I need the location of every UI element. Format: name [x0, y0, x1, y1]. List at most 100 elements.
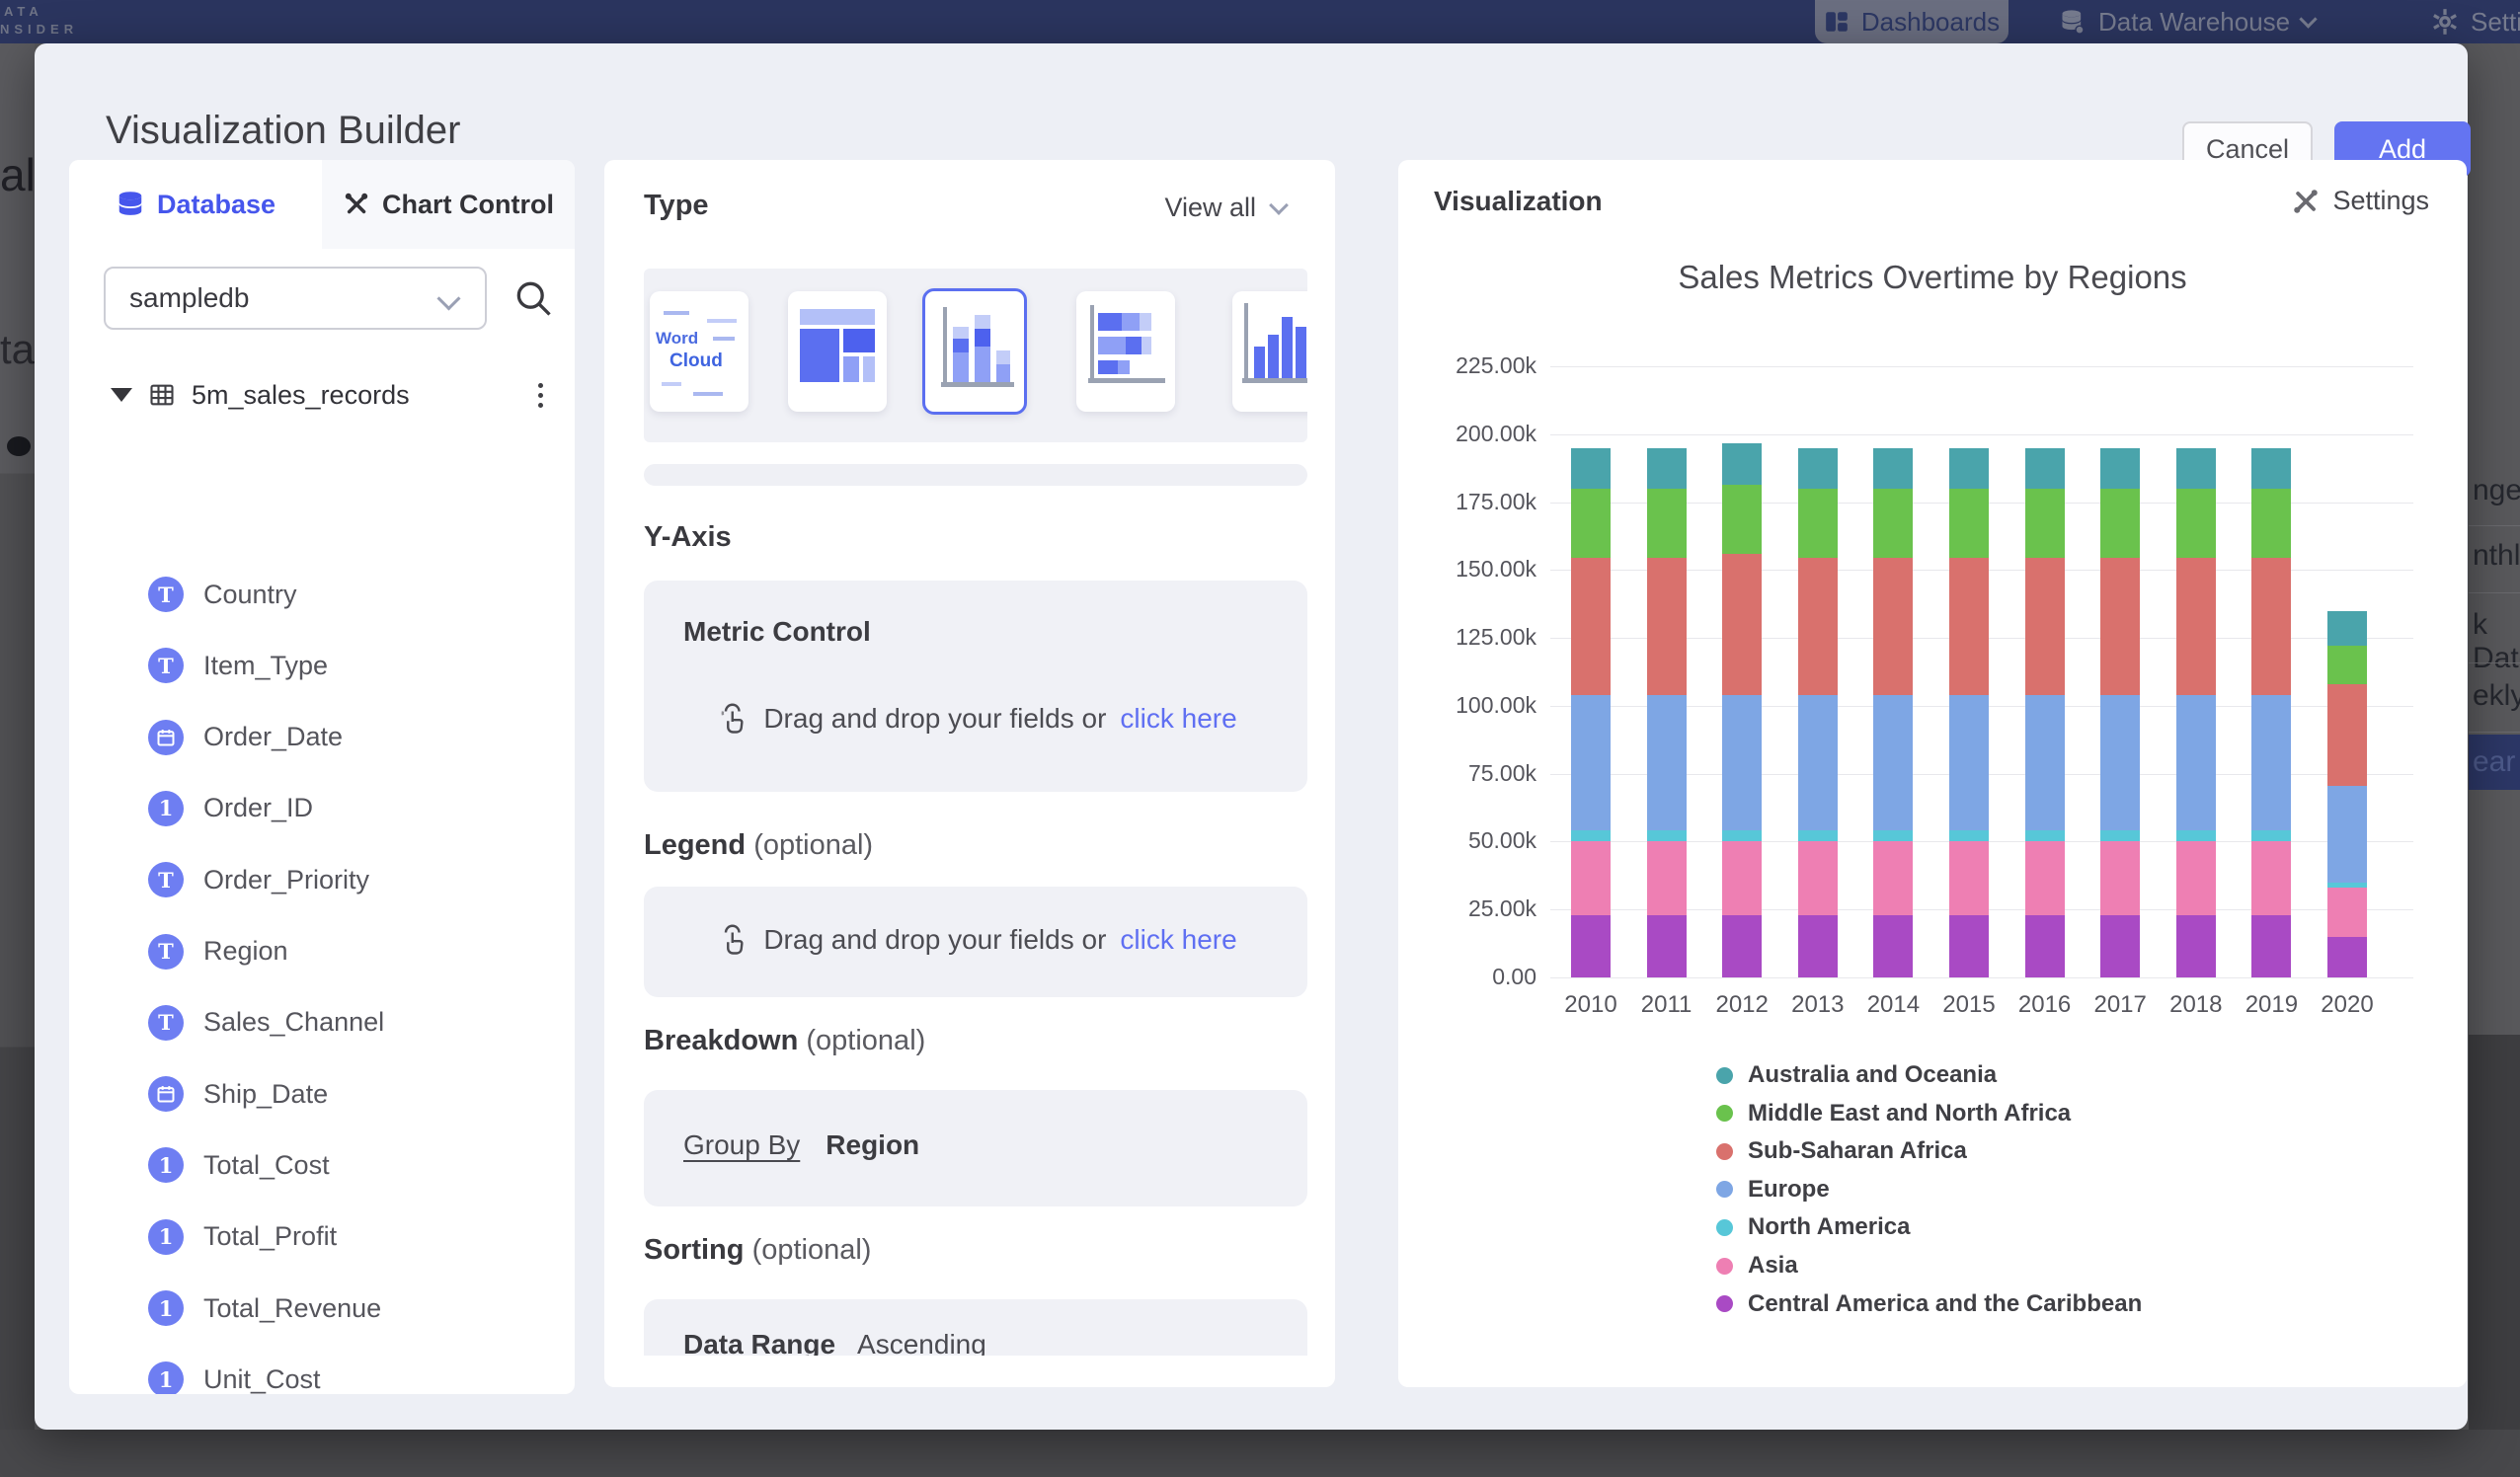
- field-item-order_date[interactable]: Order_Date: [69, 708, 575, 767]
- background-left-strip: al ta: [0, 43, 35, 1477]
- y-axis-title: Y-Axis: [644, 521, 732, 554]
- date-field-icon: [148, 1076, 184, 1112]
- builder-scroll-area[interactable]: Type View all Word Cloud: [604, 160, 1335, 1356]
- group-by-value[interactable]: Region: [826, 1129, 919, 1161]
- legend-item[interactable]: Central America and the Caribbean: [1716, 1290, 2142, 1318]
- legend-dot: [1716, 1181, 1733, 1198]
- chart-type-stacked-bar[interactable]: [1076, 291, 1175, 412]
- chart-type-strip: Word Cloud: [644, 269, 1307, 442]
- field-item-sales_channel[interactable]: T Sales_Channel: [69, 993, 575, 1052]
- sorting-row-value: Ascending: [857, 1329, 986, 1356]
- click-here-link[interactable]: click here: [1120, 703, 1236, 735]
- type-section-title: Type: [644, 190, 709, 222]
- visualization-builder-modal: Visualization Builder Cancel Add Databas…: [35, 43, 2468, 1430]
- field-item-order_priority[interactable]: T Order_Priority: [69, 850, 575, 909]
- legend-label: North America: [1748, 1213, 1910, 1241]
- number-field-icon: 1: [148, 1290, 184, 1326]
- text-field-icon: T: [148, 648, 184, 683]
- background-menu-item[interactable]: ekly: [2473, 679, 2520, 713]
- legend-item[interactable]: Asia: [1716, 1252, 1798, 1280]
- legend-item[interactable]: Sub-Saharan Africa: [1716, 1137, 1967, 1165]
- sorting-card[interactable]: Data Range Ascending: [644, 1299, 1307, 1356]
- background-menu-item[interactable]: nge: [2473, 474, 2520, 507]
- field-list: TCountryTItem_TypeOrder_Date1Order_IDTOr…: [69, 160, 575, 1394]
- sorting-row-label: Data Range: [683, 1329, 835, 1356]
- legend-dot: [1716, 1105, 1733, 1122]
- view-all-dropdown[interactable]: View all: [1019, 193, 1286, 223]
- field-item-country[interactable]: TCountry: [69, 565, 575, 624]
- chart-type-stacked-column[interactable]: [922, 288, 1027, 415]
- legend-item[interactable]: Middle East and North Africa: [1716, 1100, 2071, 1127]
- nav-settings[interactable]: Settin: [2431, 0, 2520, 43]
- dashboards-grid-icon: [1824, 9, 1850, 35]
- chart-legend: Australia and Oceania Middle East and Nor…: [1398, 160, 2467, 1387]
- legend-dot: [1716, 1258, 1733, 1275]
- field-item-total_revenue[interactable]: 1 Total_Revenue: [69, 1279, 575, 1338]
- background-bottom-strip: [0, 1430, 2520, 1477]
- nav-dashboards[interactable]: Dashboards: [1815, 0, 2008, 43]
- text-field-icon: T: [148, 862, 184, 897]
- breakdown-group-card[interactable]: Group By Region: [644, 1090, 1307, 1206]
- drop-hint-text: Drag and drop your fields or: [763, 924, 1106, 956]
- field-label: Item_Type: [203, 651, 328, 681]
- legend-item[interactable]: Europe: [1716, 1176, 1830, 1204]
- chart-type-treemap[interactable]: [788, 291, 887, 412]
- chart-type-column[interactable]: [1232, 291, 1307, 412]
- nav-data-warehouse[interactable]: Data Warehouse: [2059, 0, 2315, 43]
- text-field-icon: T: [148, 577, 184, 612]
- chart-builder-panel: Type View all Word Cloud: [604, 160, 1335, 1387]
- background-menu-item[interactable]: nthly: [2473, 539, 2520, 573]
- app-logo: ATA NSIDER: [4, 3, 78, 39]
- metric-control-dropzone[interactable]: Metric Control Drag and drop your fields…: [644, 581, 1307, 792]
- chart-type-word-cloud[interactable]: Word Cloud: [650, 291, 748, 412]
- legend-dot: [1716, 1067, 1733, 1084]
- field-label: Order_Priority: [203, 865, 369, 895]
- field-label: Total_Cost: [203, 1150, 330, 1181]
- field-item-region[interactable]: T Region: [69, 922, 575, 981]
- background-right-menu: nge nthly k Date ekly ear: [2469, 43, 2520, 1035]
- background-menu-item[interactable]: ear: [2473, 745, 2515, 779]
- field-item-unit_cost[interactable]: 1Unit_Cost: [69, 1350, 575, 1394]
- text-field-icon: T: [148, 1005, 184, 1041]
- field-item-total_cost[interactable]: 1 Total_Cost: [69, 1135, 575, 1195]
- gear-icon: [2431, 8, 2459, 36]
- text-field-icon: T: [148, 934, 184, 970]
- field-label: Region: [203, 936, 288, 967]
- breakdown-section-title: Breakdown (optional): [644, 1025, 925, 1057]
- field-item-ship_date[interactable]: Ship_Date: [69, 1064, 575, 1124]
- modal-title: Visualization Builder: [106, 109, 460, 153]
- field-label: Order_Date: [203, 722, 343, 752]
- background-bullet-dot: [7, 436, 31, 456]
- chevron-down-icon: [1269, 195, 1289, 215]
- date-field-icon: [148, 720, 184, 755]
- database-panel: Database Chart Control sampledb: [69, 160, 575, 1394]
- field-label: Sales_Channel: [203, 1007, 384, 1038]
- background-menu-item[interactable]: k Date: [2473, 608, 2520, 675]
- legend-label: Europe: [1748, 1176, 1830, 1204]
- number-field-icon: 1: [148, 1147, 184, 1183]
- field-item-order_id[interactable]: 1Order_ID: [69, 779, 575, 838]
- field-item-item_type[interactable]: T Item_Type: [69, 636, 575, 695]
- number-field-icon: 1: [148, 1361, 184, 1394]
- click-here-link[interactable]: click here: [1120, 924, 1236, 956]
- legend-dropzone[interactable]: Drag and drop your fields or click here: [644, 887, 1307, 997]
- field-item-total_profit[interactable]: 1 Total_Profit: [69, 1207, 575, 1267]
- number-field-icon: 1: [148, 1219, 184, 1255]
- sorting-section-title: Sorting (optional): [644, 1234, 871, 1267]
- database-icon: [2059, 8, 2087, 36]
- field-label: Total_Revenue: [203, 1293, 381, 1324]
- legend-item[interactable]: North America: [1716, 1213, 1910, 1241]
- screen: ATA NSIDER Dashboards Data Warehouse: [0, 0, 2520, 1477]
- legend-label: Middle East and North Africa: [1748, 1100, 2071, 1127]
- field-label: Total_Profit: [203, 1221, 337, 1252]
- legend-label: Asia: [1748, 1252, 1798, 1280]
- legend-label: Central America and the Caribbean: [1748, 1290, 2142, 1318]
- legend-item[interactable]: Australia and Oceania: [1716, 1061, 1997, 1089]
- type-scrollbar-track[interactable]: [644, 464, 1307, 486]
- legend-dot: [1716, 1295, 1733, 1312]
- group-by-label[interactable]: Group By: [683, 1129, 800, 1161]
- legend-label: Sub-Saharan Africa: [1748, 1137, 1967, 1165]
- hand-click-icon: [714, 701, 749, 737]
- visualization-panel: Visualization Settings Sales Metrics Ove…: [1398, 160, 2467, 1387]
- field-label: Ship_Date: [203, 1079, 328, 1110]
